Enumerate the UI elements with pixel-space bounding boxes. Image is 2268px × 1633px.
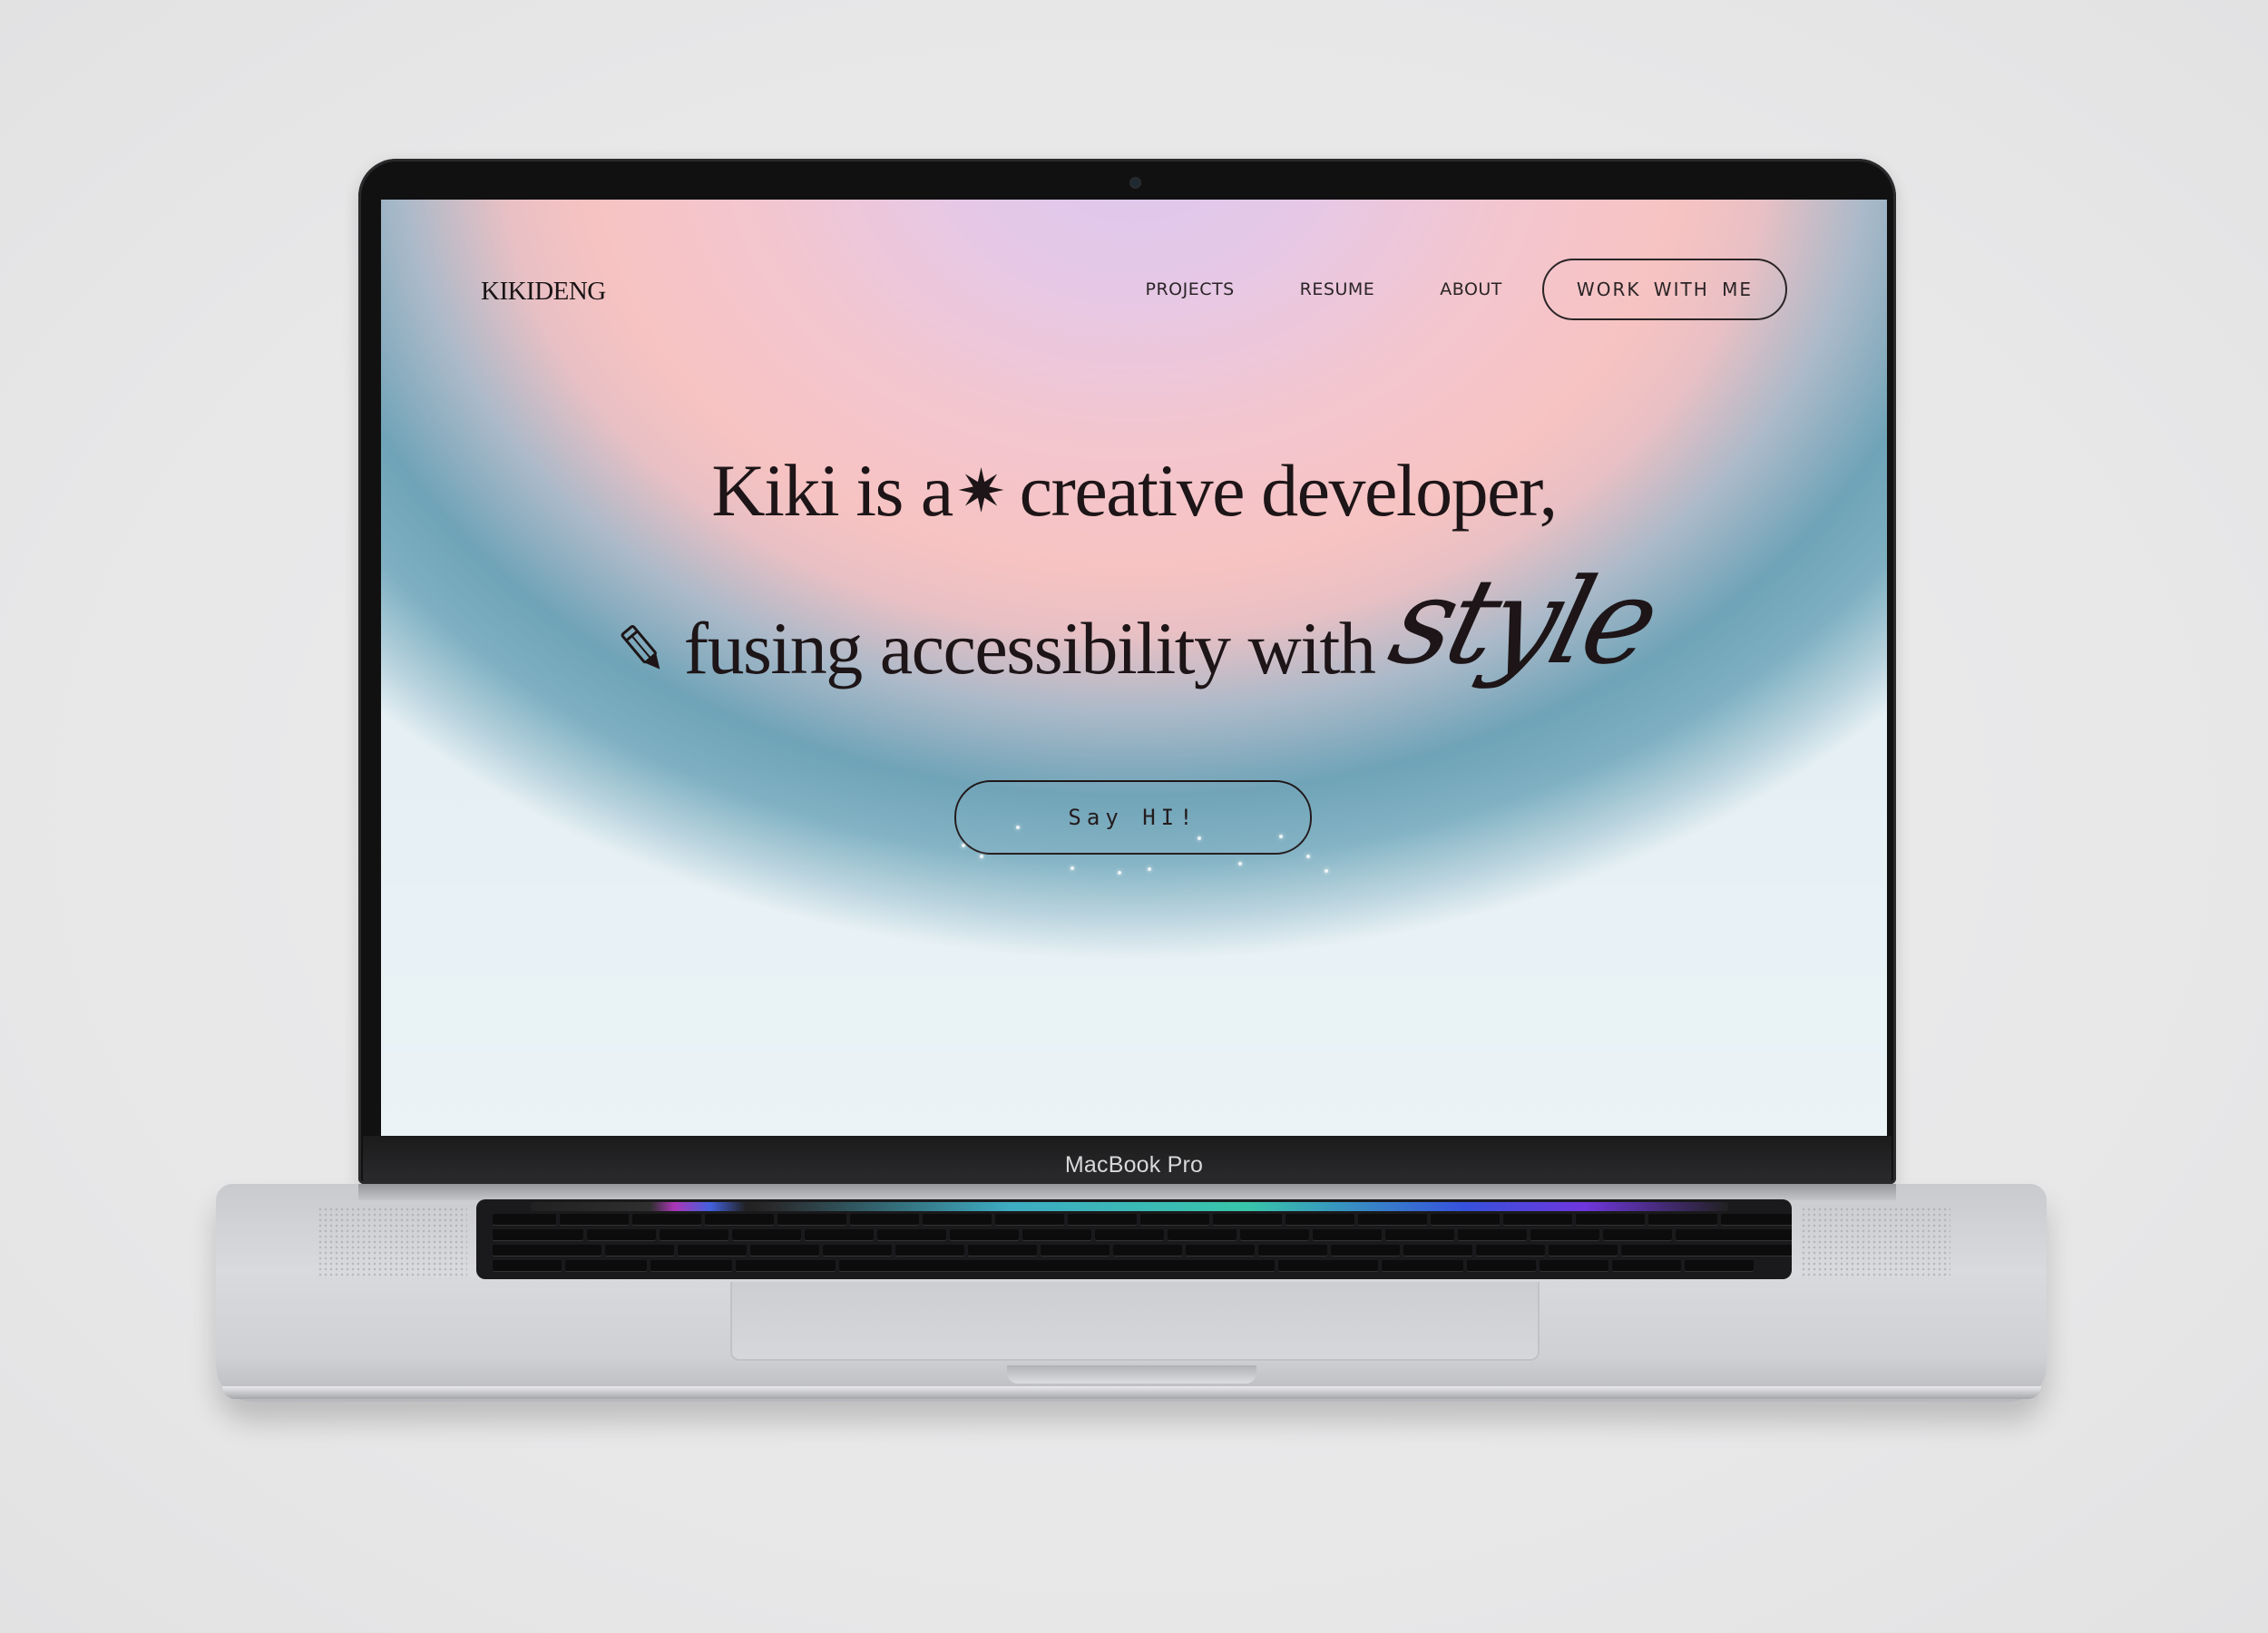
hero-text-with: with [1247,607,1376,689]
work-with-me-button[interactable]: WORK WITH ME [1541,259,1787,320]
touch-bar [531,1202,1728,1211]
product-mockup: KIKIDENG PROJECTS RESUME ABOUT WORK WITH… [0,0,2268,1633]
left-speaker-grille [318,1207,467,1279]
main-nav: PROJECTS RESUME ABOUT WORK WITH ME [1080,259,1787,320]
base-front-edge [222,1386,2041,1399]
hero-text-kiki-is: Kiki is [711,449,904,532]
nav-resume[interactable]: RESUME [1300,279,1375,299]
keyboard-row-1 [493,1214,1792,1226]
webcam [1131,179,1139,187]
hero-headline-line-1: Kiki is a✷ creative developer, [381,454,1887,528]
eight-point-star-icon: ✷ [955,456,1006,526]
laptop-screen: KIKIDENG PROJECTS RESUME ABOUT WORK WITH… [381,200,1887,1136]
hero-accent-style: style [1378,552,1668,690]
hinge [358,1184,1896,1200]
lid-opening-notch [1007,1365,1256,1384]
hero-text-a: a [920,449,953,532]
nav-projects[interactable]: PROJECTS [1146,279,1235,299]
hero-headline-line-2: fusing accessibility withstyle [381,552,1887,691]
device-label: MacBook Pro [1064,1152,1204,1178]
hero-text-fusing: fusing [683,607,864,689]
pencil-icon [621,617,668,691]
nav-about[interactable]: ABOUT [1440,279,1502,299]
keyboard-row-2 [493,1229,1792,1241]
keyboard [476,1199,1792,1279]
keyboard-row-3 [493,1245,1792,1257]
hero-text-accessibility: accessibility [879,607,1231,689]
keyboard-row-4 [493,1260,1754,1272]
hero-text-creative-developer: creative developer, [1019,449,1558,532]
trackpad [730,1282,1540,1361]
site-logo[interactable]: KIKIDENG [481,277,606,307]
say-hi-button[interactable]: Say HI! [954,780,1312,855]
right-speaker-grille [1801,1207,1950,1279]
